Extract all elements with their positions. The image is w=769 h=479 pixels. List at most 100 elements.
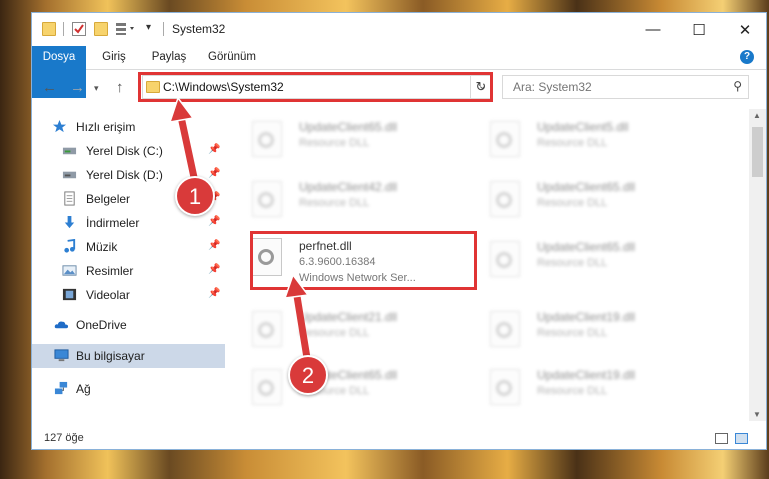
status-bar: 127 öğe (32, 427, 766, 451)
vertical-scrollbar[interactable]: ▲ ▼ (749, 109, 766, 421)
search-box[interactable]: ⚲ (502, 75, 749, 99)
tab-share[interactable]: Paylaş (144, 46, 194, 69)
divider (63, 22, 64, 36)
file-item[interactable]: UpdateClient19.dll Resource DLL (466, 305, 696, 357)
sidebar-item-videos[interactable]: Videolar 📌 (32, 283, 225, 307)
chevron-down-icon[interactable]: ▾ (146, 22, 160, 36)
sidebar-item-label: Yerel Disk (D:) (86, 168, 163, 182)
sidebar-item-label: Hızlı erişim (76, 120, 136, 134)
star-icon (52, 119, 67, 133)
new-folder-icon[interactable] (94, 22, 108, 36)
up-arrow-icon[interactable]: ↑ (116, 79, 124, 96)
dll-file-icon (490, 369, 520, 405)
dll-file-icon (490, 181, 520, 217)
maximize-button[interactable]: ☐ (676, 13, 722, 46)
computer-icon (54, 349, 69, 362)
search-input[interactable] (511, 79, 715, 95)
window-title: System32 (172, 22, 226, 36)
pictures-icon (62, 265, 77, 276)
videos-icon (62, 288, 77, 301)
file-item[interactable]: UpdateClient65.dll Resource DLL (466, 175, 696, 227)
close-button[interactable]: ✕ (722, 13, 768, 46)
download-icon (64, 215, 75, 229)
file-description: Resource DLL (537, 197, 608, 209)
sidebar-item-label: Bu bilgisayar (76, 349, 145, 363)
file-description: Resource DLL (537, 327, 608, 339)
sidebar-item-pictures[interactable]: Resimler 📌 (32, 259, 225, 283)
file-item[interactable]: UpdateClient65.dll Resource DLL (466, 235, 696, 287)
dll-file-icon (252, 121, 282, 157)
file-name: UpdateClient19.dll (537, 368, 636, 382)
file-name: UpdateClient5.dll (537, 120, 629, 134)
sidebar-item-label: Yerel Disk (C:) (86, 144, 163, 158)
sidebar-item-label: İndirmeler (86, 216, 140, 230)
file-item[interactable]: UpdateClient65.dll Resource DLL (228, 115, 458, 167)
properties-icon[interactable] (72, 22, 86, 36)
address-highlight-box (138, 72, 493, 102)
file-description: Resource DLL (537, 385, 608, 397)
pin-icon[interactable]: 📌 (208, 168, 220, 179)
dll-file-icon (490, 241, 520, 277)
callout-badge-2: 2 (288, 355, 328, 395)
file-name: UpdateClient42.dll (299, 180, 398, 194)
pin-icon[interactable]: 📌 (208, 240, 220, 251)
drive-icon (62, 147, 77, 155)
forward-arrow-icon[interactable]: → (70, 79, 85, 96)
file-description: Resource DLL (299, 327, 370, 339)
folder-icon (42, 22, 56, 36)
sidebar-item-quick-access[interactable]: Hızlı erişim (32, 115, 225, 139)
item-count: 127 öğe (44, 432, 84, 444)
tab-view[interactable]: Görünüm (202, 46, 262, 69)
recent-locations-icon[interactable]: ▾ (94, 83, 99, 94)
pin-icon[interactable]: 📌 (208, 264, 220, 275)
sidebar-item-drive-c[interactable]: Yerel Disk (C:) 📌 (32, 139, 225, 163)
dll-file-icon (490, 121, 520, 157)
explorer-window: ▾ System32 — ☐ ✕ Dosya Giriş Paylaş Görü… (31, 12, 767, 450)
sidebar-item-this-pc[interactable]: Bu bilgisayar (32, 344, 225, 368)
file-item[interactable]: UpdateClient21.dll Resource DLL (228, 305, 458, 357)
sidebar-item-music[interactable]: Müzik 📌 (32, 235, 225, 259)
file-name: UpdateClient65.dll (299, 120, 398, 134)
search-icon[interactable]: ⚲ (733, 79, 742, 93)
help-icon[interactable]: ? (740, 50, 754, 64)
callout-badge-1: 1 (175, 176, 215, 216)
sidebar-item-label: Videolar (86, 288, 130, 302)
details-view-icon[interactable] (715, 433, 728, 444)
file-description: Resource DLL (537, 137, 608, 149)
file-item[interactable]: UpdateClient65.dll Resource DLL (228, 363, 458, 415)
pin-icon[interactable]: 📌 (208, 216, 220, 227)
sidebar-item-label: Resimler (86, 264, 134, 278)
title-bar: ▾ System32 — ☐ ✕ (32, 13, 766, 46)
file-item[interactable]: UpdateClient19.dll Resource DLL (466, 363, 696, 415)
file-description: Resource DLL (299, 137, 370, 149)
file-item[interactable]: UpdateClient42.dll Resource DLL (228, 175, 458, 227)
cloud-icon (54, 321, 69, 329)
sidebar-item-onedrive[interactable]: OneDrive (32, 313, 225, 337)
documents-icon (64, 191, 75, 206)
file-name: UpdateClient65.dll (537, 180, 636, 194)
divider (163, 22, 164, 36)
scroll-thumb[interactable] (752, 127, 763, 177)
file-item[interactable]: UpdateClient5.dll Resource DLL (466, 115, 696, 167)
sidebar-item-network[interactable]: Ağ (32, 377, 225, 401)
scroll-up-icon[interactable]: ▲ (753, 111, 761, 120)
pin-icon[interactable]: 📌 (208, 144, 220, 155)
tab-home[interactable]: Giriş (92, 46, 136, 69)
network-icon (54, 381, 68, 395)
dll-file-icon (252, 181, 282, 217)
drive-icon (62, 171, 77, 179)
large-icons-view-icon[interactable] (735, 433, 748, 444)
back-arrow-icon[interactable]: ← (42, 79, 57, 96)
file-name: UpdateClient21.dll (299, 310, 398, 324)
dll-file-icon (252, 311, 282, 347)
sidebar-item-label: Müzik (86, 240, 118, 254)
scroll-down-icon[interactable]: ▼ (753, 410, 761, 419)
sidebar-item-label: OneDrive (76, 318, 127, 332)
ribbon-tabs: Dosya Giriş Paylaş Görünüm ? (32, 46, 766, 98)
file-name: UpdateClient65.dll (537, 240, 636, 254)
pin-icon[interactable]: 📌 (208, 288, 220, 299)
file-description: Resource DLL (299, 197, 370, 209)
customize-quick-access-icon[interactable] (116, 22, 134, 36)
music-icon (64, 239, 76, 253)
minimize-button[interactable]: — (630, 13, 676, 46)
